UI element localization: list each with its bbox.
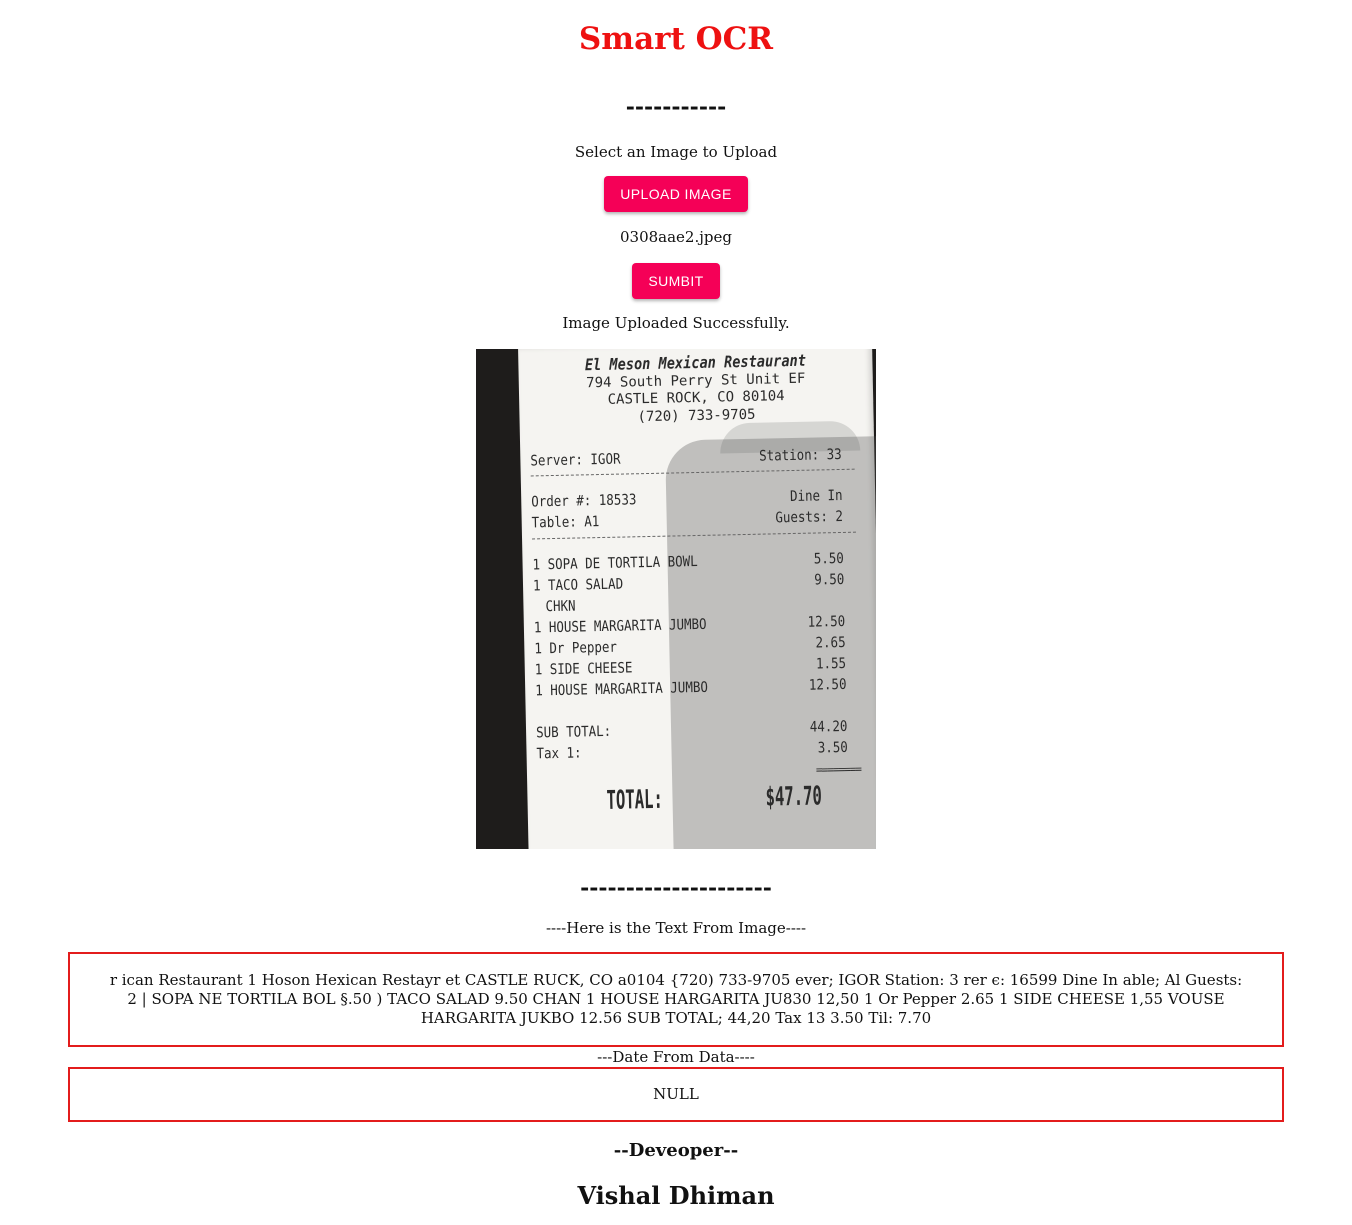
selected-filename: 0308aae2.jpeg (620, 228, 732, 246)
receipt-item-price: 12.50 (807, 613, 846, 631)
receipt-item-price: 9.50 (814, 571, 845, 589)
submit-button[interactable]: SUMBIT (632, 263, 720, 299)
receipt-equals-line: ======== (815, 762, 862, 777)
receipt-server: Server: IGOR (530, 451, 621, 470)
divider-top: ----------- (625, 94, 727, 120)
receipt-item-price: 1.55 (815, 655, 847, 673)
receipt-item-name: 1 SOPA DE TORTILA BOWL (532, 553, 698, 574)
receipt-item-name: 1 Dr Pepper (534, 639, 618, 658)
developer-name: Vishal Dhiman (577, 1181, 775, 1210)
receipt-paper: El Meson Mexican Restaurant 794 South Pe… (518, 349, 876, 849)
page-title: Smart OCR (578, 21, 774, 57)
receipt-subtotal: 44.20 (809, 718, 848, 736)
ocr-text-box: r ican Restaurant 1 Hoson Hexican Restay… (68, 952, 1284, 1047)
receipt-order: Order #: 18533 (531, 492, 637, 511)
developer-heading: --Deveoper-- (613, 1140, 739, 1161)
receipt-item-price: 12.50 (808, 676, 847, 694)
receipt-tax-label: Tax 1: (536, 745, 582, 763)
receipt-item-price: 2.65 (815, 634, 846, 652)
upload-status: Image Uploaded Successfully. (562, 314, 790, 332)
receipt-total-label: TOTAL: (606, 784, 664, 816)
receipt-total: $47.70 (765, 781, 823, 813)
receipt-subtotal-label: SUB TOTAL: (535, 723, 612, 742)
receipt-item-name: 1 HOUSE MARGARITA JUMBO (533, 616, 707, 637)
receipt-item-name: 1 SIDE CHEESE (534, 660, 633, 679)
date-value: NULL (653, 1085, 699, 1103)
upload-prompt: Select an Image to Upload (574, 143, 778, 161)
date-heading: ---Date From Data---- (597, 1048, 755, 1066)
date-box: NULL (68, 1067, 1284, 1122)
receipt-item-price: 5.50 (813, 550, 845, 568)
divider-bottom: --------------------- (580, 875, 772, 901)
uploaded-receipt-image: El Meson Mexican Restaurant 794 South Pe… (476, 349, 876, 849)
receipt-tax: 3.50 (817, 739, 848, 757)
receipt-table: Table: A1 (531, 514, 600, 532)
receipt-guests: Guests: 2 (775, 508, 844, 527)
ocr-text-heading: ----Here is the Text From Image---- (545, 919, 807, 937)
receipt-item-name: 1 HOUSE MARGARITA JUMBO (535, 679, 709, 700)
receipt-dine: Dine In (789, 487, 843, 506)
receipt-station: Station: 33 (758, 446, 842, 465)
ocr-text: r ican Restaurant 1 Hoson Hexican Restay… (109, 971, 1243, 1027)
upload-image-button[interactable]: UPLOAD IMAGE (604, 176, 748, 212)
receipt-item-name: CHKN (545, 598, 576, 616)
receipt-item-name: 1 TACO SALAD (532, 576, 624, 595)
